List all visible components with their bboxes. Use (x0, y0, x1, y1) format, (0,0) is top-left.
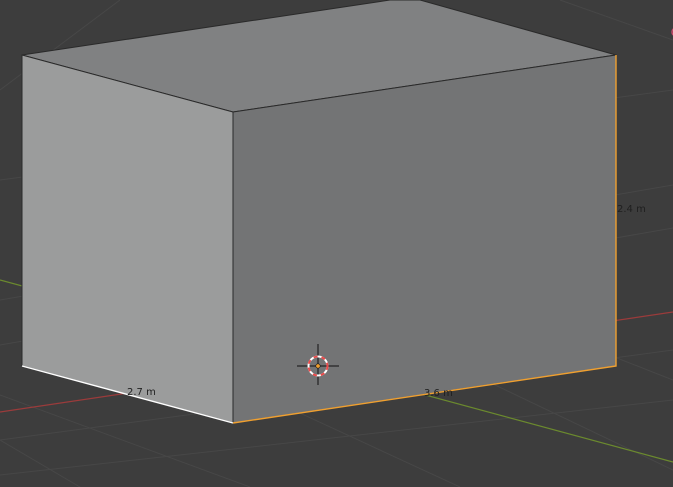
height-measurement: 2.4 m (617, 204, 646, 215)
depth-measurement: 2.7 m (127, 387, 156, 398)
3d-viewport[interactable]: 2.4 m 3.6 m 2.7 m (0, 0, 673, 487)
cube-front-face[interactable] (232, 54, 617, 424)
width-measurement: 3.6 m (424, 388, 453, 399)
cube-object[interactable] (21, 0, 617, 424)
viewport-canvas[interactable]: 2.4 m 3.6 m 2.7 m (0, 0, 673, 487)
cube-left-face[interactable] (21, 54, 234, 424)
